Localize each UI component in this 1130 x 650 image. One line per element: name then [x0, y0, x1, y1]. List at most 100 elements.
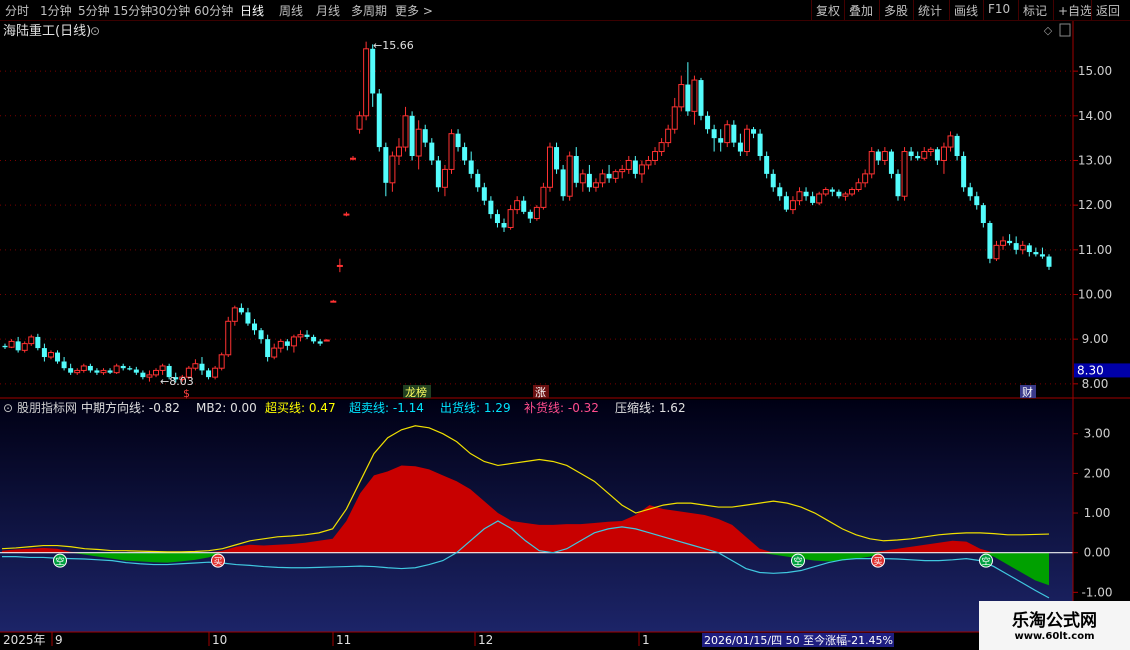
indicator-settings-icon[interactable]: ⊙: [3, 401, 13, 415]
indicator-value-4: 出货线: 1.29: [440, 400, 511, 415]
candle: [586, 164, 592, 192]
candle: [698, 77, 704, 121]
candle: [1007, 234, 1013, 246]
candle: [881, 147, 888, 165]
price-tick-label: 10.00: [1078, 287, 1112, 301]
candle: [724, 120, 731, 148]
candle: [409, 111, 415, 161]
candle: [947, 131, 954, 152]
candle: [691, 75, 698, 125]
month-label-1: 10: [212, 633, 227, 647]
candle: [560, 164, 566, 201]
candle: [448, 129, 455, 174]
candle: [777, 182, 783, 201]
candle: [94, 368, 100, 375]
candle: [678, 75, 685, 112]
price-tick-label: 14.00: [1078, 109, 1112, 123]
candle: [816, 191, 823, 206]
event-tag-2[interactable]: 财: [1022, 385, 1033, 399]
year-label: 2025年: [3, 633, 46, 647]
candle: [481, 182, 487, 206]
candle: [540, 182, 547, 210]
candle: [987, 220, 993, 264]
indicator-tick-label: 1.00: [1084, 506, 1111, 520]
signal-marker: 空: [53, 553, 67, 568]
candle: [895, 169, 901, 201]
candle: [140, 370, 146, 380]
candle: [934, 147, 940, 165]
candle: [638, 160, 645, 183]
candle: [940, 142, 947, 174]
candle: [1019, 240, 1026, 255]
indicator-tick-label: 2.00: [1084, 466, 1111, 480]
candle: [468, 151, 474, 179]
candle: [494, 209, 500, 228]
candle: [527, 209, 533, 224]
candle: [783, 191, 789, 212]
candle: [915, 151, 921, 161]
candle: [225, 316, 232, 358]
candle: [8, 339, 15, 349]
indicator-tick-label: -1.00: [1081, 585, 1112, 599]
candle: [212, 365, 219, 380]
candle: [1033, 247, 1039, 257]
candle: [80, 363, 87, 373]
scroll-box[interactable]: [1059, 23, 1071, 37]
indicator-value-5: 补货线: -0.32: [524, 400, 599, 415]
candle: [245, 307, 251, 326]
candle: [645, 156, 652, 170]
candle: [441, 164, 448, 197]
event-tag-1[interactable]: 涨: [535, 386, 546, 399]
candle: [822, 187, 829, 197]
candle: [743, 124, 750, 157]
candle: [2, 343, 8, 349]
candle: [685, 62, 691, 116]
candle: [87, 363, 93, 373]
candle: [61, 357, 67, 371]
candle: [133, 366, 139, 375]
candle: [159, 363, 166, 375]
candle: [829, 187, 835, 197]
dropdown-icon[interactable]: ⊙: [90, 24, 100, 38]
signal-marker: 买: [871, 553, 885, 568]
indicator-axis: -1.00 0.00 1.00 2.00 3.00: [1073, 427, 1113, 599]
candle: [632, 156, 638, 179]
candle: [35, 333, 41, 351]
candle: [297, 330, 304, 342]
candle: [836, 189, 842, 199]
indicator-value-1: MB2: 0.00: [196, 401, 257, 415]
candle: [764, 151, 770, 179]
candle: [475, 169, 481, 192]
month-label-3: 12: [478, 633, 493, 647]
candle: [855, 178, 862, 192]
high-price-label: ←15.66: [373, 39, 414, 52]
month-label-0: 9: [55, 633, 63, 647]
signal-marker: 空: [791, 553, 805, 568]
candle: [350, 156, 356, 161]
candle: [383, 142, 389, 197]
candle: [652, 147, 659, 165]
event-tag-0[interactable]: 龙榜: [405, 385, 427, 399]
candle: [304, 330, 310, 340]
watermark-badge: 乐淘公式网 www.60lt.com: [979, 601, 1130, 650]
indicator-background: [0, 400, 1073, 632]
candle: [199, 357, 205, 375]
candle: [422, 124, 428, 148]
candle: [218, 352, 225, 371]
svg-text:买: 买: [213, 557, 222, 568]
diamond-icon[interactable]: ◇: [1044, 24, 1053, 37]
candle: [533, 205, 540, 221]
candle: [68, 363, 74, 375]
candle: [967, 182, 973, 201]
candle: [28, 334, 35, 346]
signal-marker: 买: [211, 553, 225, 568]
candle: [625, 156, 632, 174]
price-tick-label: 15.00: [1078, 64, 1112, 78]
candle: [258, 327, 264, 344]
price-tick-label: 13.00: [1078, 153, 1112, 167]
candle: [462, 142, 468, 165]
candle: [862, 169, 869, 188]
candle: [41, 343, 47, 362]
month-label-4: 1: [642, 633, 650, 647]
candle: [961, 151, 967, 192]
